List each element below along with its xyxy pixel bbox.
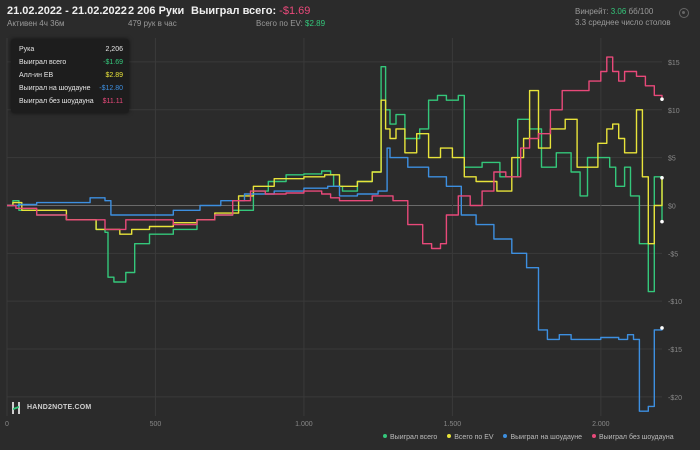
y-tick-label: $10 — [668, 108, 680, 115]
tooltip-value: 2,206 — [105, 46, 123, 53]
y-tick-label: $5 — [668, 156, 676, 163]
legend-item-showdown[interactable]: Выиграл на шоудауне — [503, 434, 582, 441]
tooltip-row-showdown: Выиграл на шоудауне -$12.80 — [19, 85, 123, 95]
y-tick-label: -$20 — [668, 395, 682, 402]
series-end-point-1 — [660, 176, 664, 180]
legend-label: Выиграл на шоудауне — [510, 434, 583, 441]
tooltip-value: -$1.69 — [103, 59, 123, 66]
tooltip-label: Выиграл без шоудауна — [19, 98, 94, 105]
series-end-point-0 — [660, 219, 664, 224]
hand2note-logo: HAND2NOTE.COM — [12, 402, 92, 416]
legend-label: Всего по EV — [454, 434, 494, 441]
hover-tooltip: Рука 2,206 Выиграл всего -$1.69 Алл-ин E… — [11, 39, 129, 113]
series-line-2 — [7, 147, 663, 412]
series-end-point-3 — [660, 97, 664, 101]
legend-item-ev[interactable]: Всего по EV — [447, 434, 494, 441]
legend-item-non-showdown[interactable]: Выиграл без шоудауна — [591, 434, 674, 441]
tooltip-value: $11.11 — [102, 98, 123, 105]
tooltip-row-non-showdown: Выиграл без шоудауна $11.11 — [19, 98, 123, 108]
legend-dot — [447, 434, 452, 439]
tooltip-label: Рука — [19, 46, 35, 53]
tooltip-label: Выиграл всего — [19, 59, 67, 66]
logo-mark-icon — [12, 402, 22, 414]
legend-dot — [503, 434, 508, 439]
x-tick-label: 1.500 — [444, 421, 462, 428]
tooltip-row-hand: Рука 2,206 — [19, 46, 123, 56]
legend-label: Выиграл всего — [390, 434, 438, 441]
tooltip-row-ev: Алл-ин EВ $2.89 — [19, 72, 123, 82]
x-tick-label: 1.000 — [295, 421, 313, 428]
legend-dot — [591, 434, 596, 439]
y-tick-label: $0 — [668, 203, 676, 210]
chart-legend: Выиграл всего Всего по EV Выиграл на шоу… — [383, 434, 682, 446]
logo-text: HAND2NOTE.COM — [27, 404, 92, 411]
x-tick-label: 0 — [5, 421, 9, 428]
series-end-point-2 — [660, 326, 664, 330]
tooltip-label: Выиграл на шоудауне — [19, 85, 91, 92]
tooltip-value: $2.89 — [105, 72, 123, 79]
y-tick-label: -$15 — [668, 347, 682, 354]
x-tick-label: 500 — [150, 421, 162, 428]
legend-label: Выиграл без шоудауна — [598, 434, 674, 441]
legend-dot — [383, 434, 387, 439]
y-tick-label: -$5 — [668, 251, 678, 258]
y-tick-label: -$10 — [668, 299, 682, 306]
tooltip-row-won: Выиграл всего -$1.69 — [19, 59, 123, 69]
x-tick-label: 2.000 — [592, 421, 610, 428]
tooltip-value: -$12.80 — [99, 85, 123, 92]
y-tick-label: $15 — [668, 60, 680, 67]
legend-item-won[interactable]: Выиграл всего — [383, 434, 437, 441]
tooltip-label: Алл-ин EВ — [19, 72, 54, 79]
